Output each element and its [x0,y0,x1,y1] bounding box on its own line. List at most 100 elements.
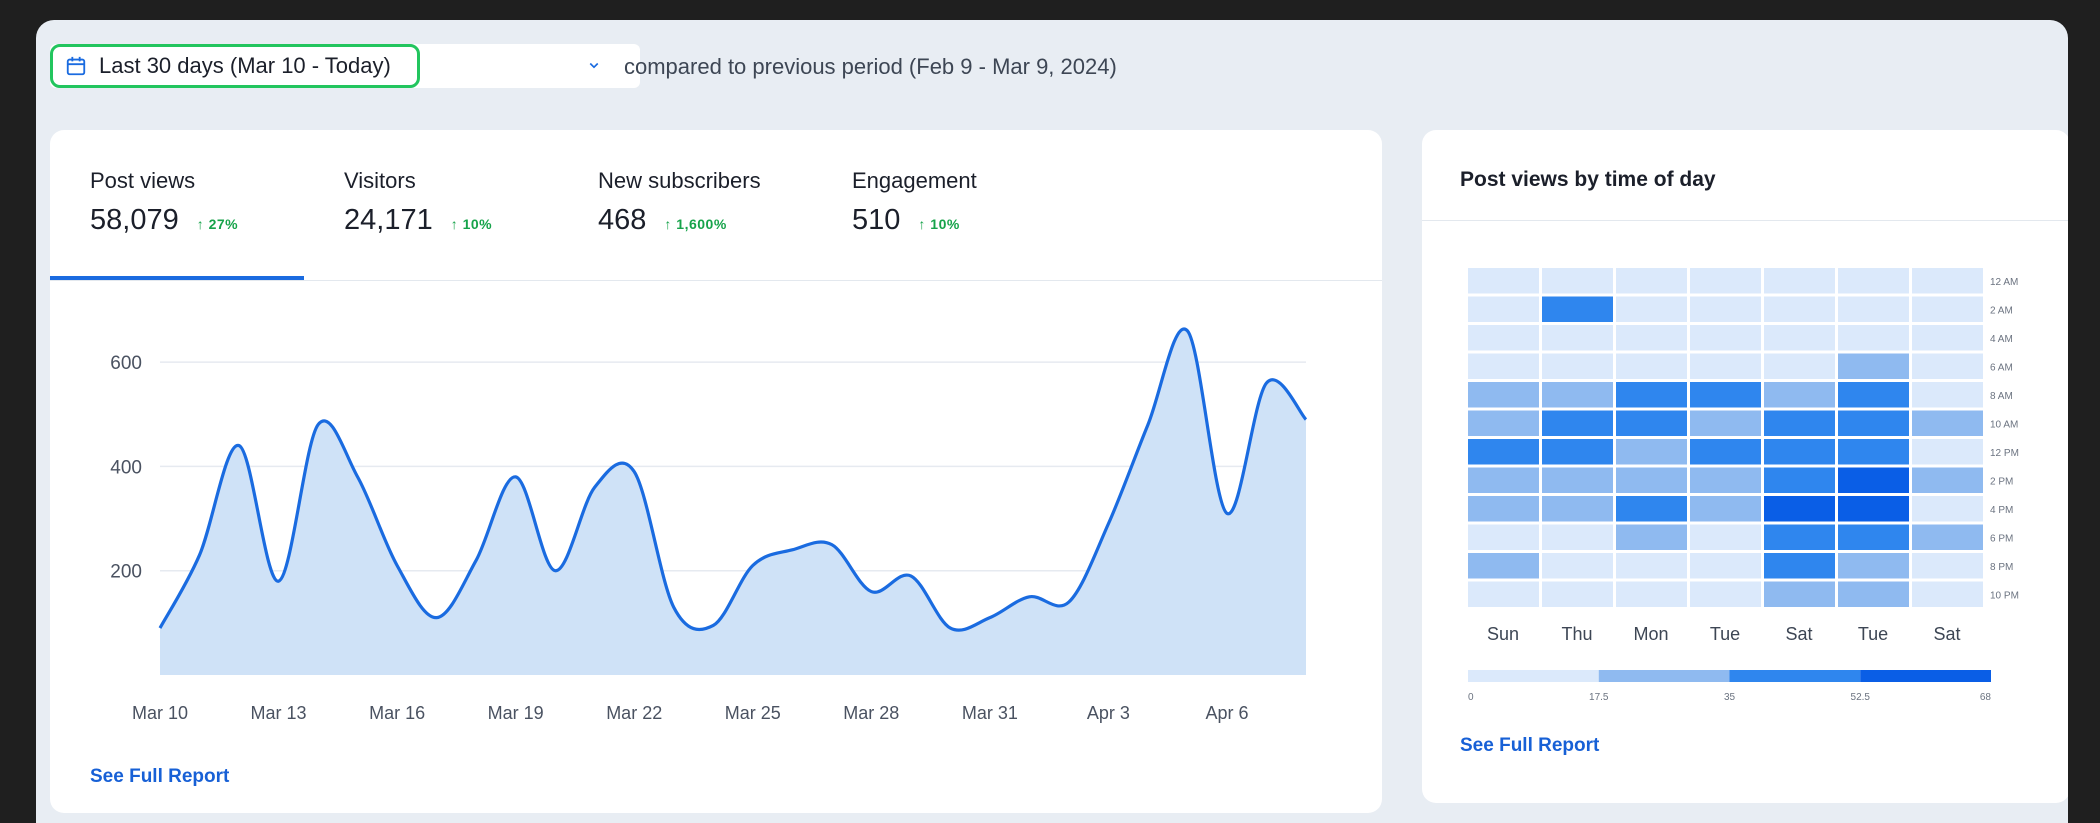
heatmap-cell [1542,553,1613,579]
legend-tick-label: 17.5 [1589,692,1609,703]
heatmap-cell [1838,268,1909,294]
heatmap-cell [1690,353,1761,379]
tab-label: Engagement [852,168,977,193]
see-full-report-link[interactable]: See Full Report [1460,735,1599,757]
heatmap-cell [1838,467,1909,493]
dashboard-canvas: Last 30 days (Mar 10 - Today) compared t… [36,20,2068,823]
x-tick-label: Mar 16 [369,703,425,723]
divider [1422,220,2068,221]
tab-delta: ↑ 1,600% [664,216,727,232]
heatmap-cell [1542,439,1613,465]
tab-new-subscribers[interactable]: New subscribers 468 ↑ 1,600% [598,168,761,237]
x-tick-label: Mar 28 [843,703,899,723]
legend-segment [1468,670,1599,682]
column-label: Tue [1710,624,1740,644]
heatmap-cell [1764,325,1835,351]
heatmap-cell [1690,296,1761,322]
heatmap-cell [1616,553,1687,579]
column-label: Mon [1633,624,1668,644]
delta-value: 10% [462,216,493,232]
heatmap-cell [1542,496,1613,522]
heatmap-cell [1838,524,1909,550]
column-label: Sun [1487,624,1519,644]
row-label: 4 AM [1990,334,2013,345]
row-label: 6 AM [1990,363,2013,374]
heatmap-cell [1616,581,1687,607]
heatmap-cell [1912,296,1983,322]
heatmap-cell [1838,553,1909,579]
heatmap-cell [1690,268,1761,294]
date-range-dropdown[interactable]: Last 30 days (Mar 10 - Today) [50,44,640,88]
time-of-day-heatmap: 12 AM 2 AM 4 AM 6 AM 8 AM 10 AM 12 PM 2 PM 4 PM 6… [1468,268,2019,703]
metric-tabs: Post views 58,079 ↑ 27% Visitors 24,171 … [50,130,1382,281]
heatmap-cell [1542,353,1613,379]
heatmap-cell [1838,296,1909,322]
heatmap-cell [1838,382,1909,408]
y-tick-label: 400 [110,457,142,478]
row-label: 8 AM [1990,391,2013,402]
tab-post-views[interactable]: Post views 58,079 ↑ 27% [90,168,238,237]
x-tick-label: Mar 10 [132,703,188,723]
heatmap-cell [1542,325,1613,351]
see-full-report-link[interactable]: See Full Report [90,766,229,788]
heatmap-cell [1838,410,1909,436]
tab-delta: ↑ 27% [196,216,239,232]
heatmap-cell [1764,353,1835,379]
heatmap-cell [1468,553,1539,579]
heatmap-cell [1616,296,1687,322]
heatmap-cell [1838,496,1909,522]
heatmap-cell [1468,353,1539,379]
column-label: Thu [1561,624,1592,644]
heatmap-cell [1838,353,1909,379]
column-label: Sat [1785,624,1812,644]
x-tick-label: Apr 3 [1087,703,1130,723]
date-range-selected[interactable]: Last 30 days (Mar 10 - Today) [50,44,420,88]
column-label: Sat [1933,624,1960,644]
heatmap-cell [1690,439,1761,465]
post-views-area-chart: 200 400 600 Mar 10 Mar 13 Mar 16 Mar 19 Mar 22 M… [110,327,1308,723]
tab-value: 510 [852,204,901,236]
x-tick-label: Mar 31 [962,703,1018,723]
tab-engagement[interactable]: Engagement 510 ↑ 10% [852,168,977,237]
heatmap-cell [1468,439,1539,465]
heatmap-cell [1542,382,1613,408]
heatmap-cell [1838,439,1909,465]
heatmap-cell [1468,382,1539,408]
chevron-down-icon[interactable] [585,56,603,74]
heatmap-cell [1690,410,1761,436]
legend-segment [1729,670,1861,682]
tab-label: Post views [90,168,196,193]
row-label: 10 AM [1990,420,2018,431]
heatmap-cell [1912,553,1983,579]
row-label: 6 PM [1990,534,2013,545]
post-views-card: Post views 58,079 ↑ 27% Visitors 24,171 … [50,130,1382,813]
heatmap-cell [1912,410,1983,436]
heatmap-cell [1690,382,1761,408]
heatmap-cell [1542,467,1613,493]
date-range-label: Last 30 days (Mar 10 - Today) [99,53,391,78]
heatmap-cell [1468,524,1539,550]
x-tick-label: Apr 6 [1205,703,1248,723]
card-title: Post views by time of day [1460,168,1716,191]
heatmap-cell [1616,353,1687,379]
heatmap-cell [1616,496,1687,522]
heatmap-cell [1690,524,1761,550]
heatmap-cell [1616,410,1687,436]
tab-label: Visitors [344,168,416,193]
heatmap-cell [1912,524,1983,550]
heatmap-cell [1468,496,1539,522]
legend-tick-label: 35 [1724,692,1736,703]
calendar-icon [66,56,86,76]
delta-value: 27% [208,216,239,232]
tab-delta: ↑ 10% [918,216,960,232]
column-label: Tue [1858,624,1888,644]
heatmap-cell [1542,410,1613,436]
heatmap-cell [1468,296,1539,322]
heatmap-cell [1542,524,1613,550]
heatmap-cell [1838,325,1909,351]
heatmap-cell [1542,268,1613,294]
heatmap-cell [1616,382,1687,408]
heatmap-cell [1616,467,1687,493]
tab-visitors[interactable]: Visitors 24,171 ↑ 10% [344,168,492,237]
heatmap-cell [1468,268,1539,294]
